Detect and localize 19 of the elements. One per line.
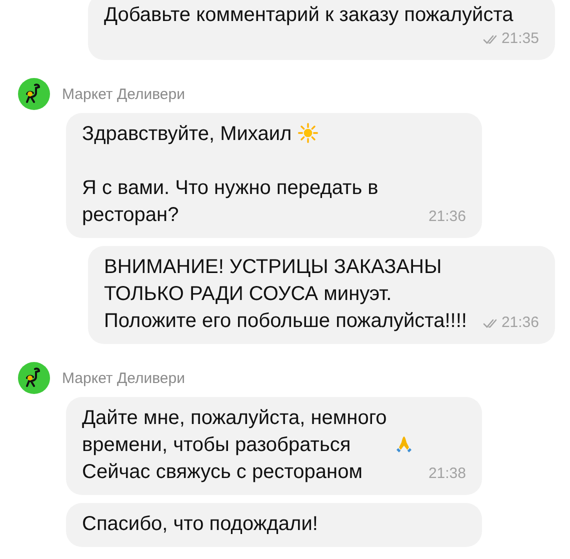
folded-hands-icon [394, 434, 414, 454]
message-time: 21:38 [428, 464, 466, 484]
message-text: Спасибо, что подождали! [82, 513, 318, 535]
sender-name: Маркет Деливери [62, 84, 185, 104]
double-check-icon [483, 318, 498, 328]
message-text: Дайте мне, пожалуйста, немного времени, чтобы разобраться [82, 406, 388, 458]
message-text: Я с вами. Что нужно передать в ресторан? [82, 176, 380, 228]
double-check-icon [483, 34, 498, 44]
message-text: Добавьте комментарий к заказу пожалуйста [104, 3, 514, 28]
sun-icon [298, 123, 318, 143]
sender-name: Маркет Деливери [62, 368, 185, 388]
message-text: Сейчас свяжусь с рестораном [82, 460, 362, 485]
ostrich-avatar-icon [18, 362, 50, 394]
message-text: ВНИМАНИЕ! УСТРИЦЫ ЗАКАЗАНЫ ТОЛЬКО РАДИ СОУСА минуэт. Положите его побольше пожалуйста!!!! [104, 255, 468, 334]
ostrich-avatar-icon [18, 78, 50, 110]
message-time: 21:36 [501, 313, 539, 333]
message-time: 21:36 [428, 207, 466, 227]
message-text: Здравствуйте, Михаил [82, 122, 292, 147]
message-time: 21:35 [501, 29, 539, 49]
